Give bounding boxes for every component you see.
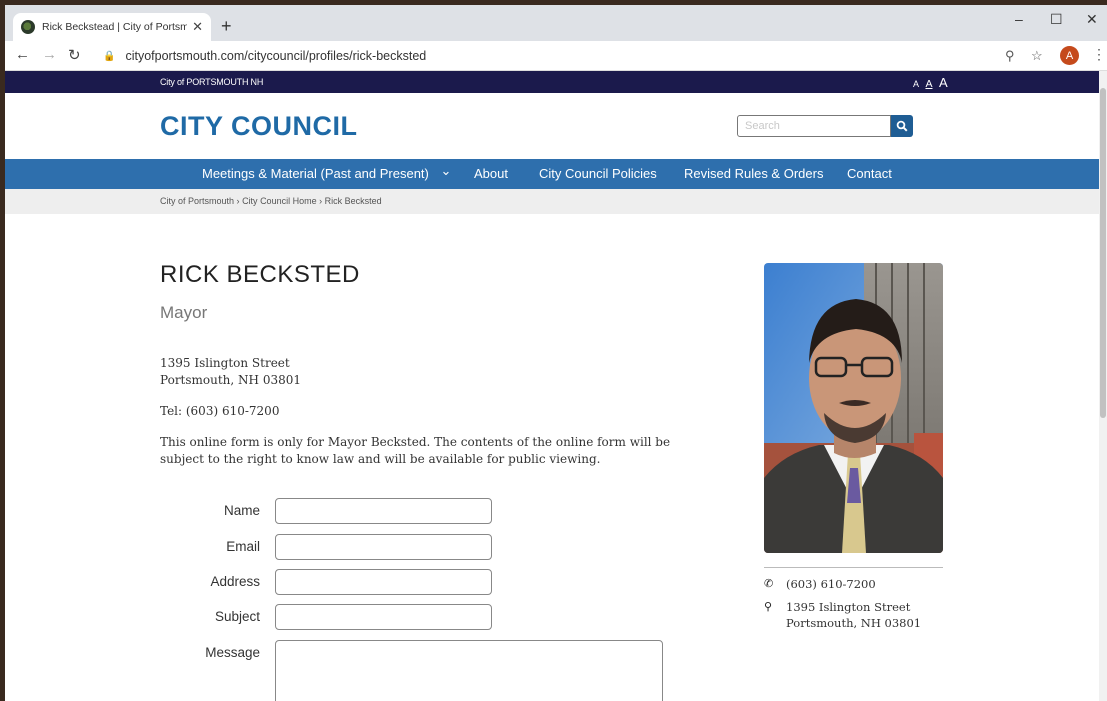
nav-about[interactable]: About xyxy=(474,166,508,181)
name-label: Name xyxy=(223,503,260,518)
browser-toolbar: ← → ↻ 🔒 cityofportsmouth.com/citycouncil… xyxy=(5,41,1107,71)
breadcrumb: City of Portsmouth › City Council Home ›… xyxy=(160,196,382,206)
address-bar[interactable]: 🔒 cityofportsmouth.com/citycouncil/profi… xyxy=(95,45,1055,67)
lock-icon: 🔒 xyxy=(103,50,116,62)
tab-close-icon[interactable]: ✕ xyxy=(192,19,203,35)
phone-icon: ✆ xyxy=(764,578,774,590)
zoom-icon[interactable]: ⚲ xyxy=(1005,48,1015,64)
text-size-large[interactable]: A xyxy=(939,75,948,90)
message-field[interactable] xyxy=(275,640,663,701)
nav-meetings[interactable]: Meetings & Material (Past and Present) ⌄ xyxy=(202,163,452,182)
address-line-1: 1395 Islington Street xyxy=(160,356,290,370)
telephone: Tel: (603) 610-7200 xyxy=(160,404,280,418)
email-label: Email xyxy=(226,539,260,554)
back-arrow-icon[interactable]: ← xyxy=(15,46,30,63)
nav-revised-rules[interactable]: Revised Rules & Orders xyxy=(684,166,823,181)
subject-field[interactable] xyxy=(275,604,492,630)
scrollbar-thumb[interactable] xyxy=(1100,88,1106,418)
sidebar-address-line-2: Portsmouth, NH 03801 xyxy=(786,616,922,630)
new-tab-icon[interactable]: + xyxy=(221,16,232,37)
site-header: CITY COUNCIL xyxy=(5,93,1099,159)
browser-tab[interactable]: Rick Beckstead | City of Portsmouth ✕ xyxy=(13,13,211,41)
breadcrumb-separator: › xyxy=(319,196,323,206)
profile-photo-image xyxy=(764,263,943,553)
page-section-title[interactable]: CITY COUNCIL xyxy=(160,111,358,142)
browser-menu-icon[interactable]: ⋮ xyxy=(1092,46,1106,63)
sidebar-divider xyxy=(764,567,943,568)
search-input[interactable] xyxy=(737,115,891,137)
address-label: Address xyxy=(210,574,260,589)
search-icon xyxy=(896,120,908,132)
breadcrumb-item[interactable]: City Council Home xyxy=(242,196,317,206)
web-page: City of PORTSMOUTH NH A A A CITY COUNCIL… xyxy=(5,71,1099,701)
window-close-icon[interactable]: ✕ xyxy=(1086,11,1098,28)
text-size-medium[interactable]: A xyxy=(925,78,932,90)
minimize-icon[interactable]: – xyxy=(1015,11,1023,27)
text-size-controls: A A A xyxy=(911,74,948,92)
main-navigation: Meetings & Material (Past and Present) ⌄… xyxy=(5,159,1099,189)
forward-arrow-icon[interactable]: → xyxy=(42,46,57,63)
profile-avatar[interactable]: A xyxy=(1060,46,1079,65)
site-name-link[interactable]: City of PORTSMOUTH NH xyxy=(160,77,263,87)
chevron-down-icon: ⌄ xyxy=(440,163,452,178)
breadcrumb-bar: City of Portsmouth › City Council Home ›… xyxy=(5,189,1099,214)
address-line-2: Portsmouth, NH 03801 xyxy=(160,373,301,387)
sidebar-phone[interactable]: (603) 610-7200 xyxy=(786,577,876,591)
browser-tab-strip: Rick Beckstead | City of Portsmouth ✕ + … xyxy=(5,5,1107,41)
site-favicon-icon xyxy=(21,20,35,34)
maximize-icon[interactable]: ☐ xyxy=(1050,11,1063,28)
map-pin-icon: ⚲ xyxy=(764,601,773,613)
profile-role: Mayor xyxy=(160,303,208,322)
breadcrumb-separator: › xyxy=(236,196,240,206)
name-field[interactable] xyxy=(275,498,492,524)
site-top-bar: City of PORTSMOUTH NH A A A xyxy=(5,71,1099,93)
address-field[interactable] xyxy=(275,569,492,595)
sidebar-address-line-1: 1395 Islington Street xyxy=(786,600,911,614)
breadcrumb-item[interactable]: City of Portsmouth xyxy=(160,196,234,206)
message-label: Message xyxy=(205,645,260,660)
site-search xyxy=(737,115,913,137)
page-title: RICK BECKSTED xyxy=(160,261,360,288)
subject-label: Subject xyxy=(214,609,260,624)
nav-contact[interactable]: Contact xyxy=(847,166,892,181)
text-size-small[interactable]: A xyxy=(913,79,919,89)
profile-content: RICK BECKSTED Mayor 1395 Islington Stree… xyxy=(5,214,1099,701)
profile-photo xyxy=(764,263,943,553)
url-text: cityofportsmouth.com/citycouncil/profile… xyxy=(125,49,427,63)
nav-meetings-label: Meetings & Material (Past and Present) xyxy=(202,166,429,181)
email-field[interactable] xyxy=(275,534,492,560)
bookmark-star-icon[interactable]: ☆ xyxy=(1031,48,1043,64)
nav-city-council-policies[interactable]: City Council Policies xyxy=(539,166,657,181)
tab-title: Rick Beckstead | City of Portsmouth xyxy=(42,21,187,33)
reload-icon[interactable]: ↻ xyxy=(68,46,81,64)
form-notice: This online form is only for Mayor Becks… xyxy=(160,435,671,466)
breadcrumb-current: Rick Becksted xyxy=(324,196,382,206)
search-button[interactable] xyxy=(891,115,913,137)
